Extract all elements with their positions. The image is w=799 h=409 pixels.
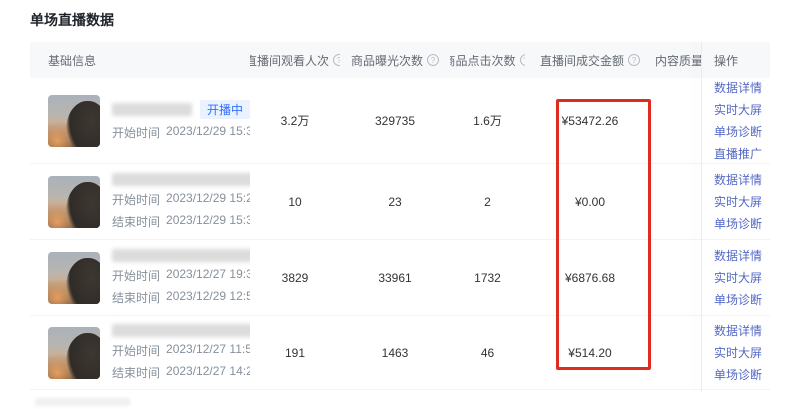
viewers-value: 3.2万: [250, 78, 340, 163]
redacted-stream-title: [112, 103, 192, 116]
streamer-avatar: [48, 95, 100, 147]
action-realtime-screen[interactable]: 实时大屏: [714, 101, 762, 118]
base-info-cell: 开始时间2023/12/27 11:56:02 结束时间2023/12/27 1…: [30, 316, 250, 389]
live-data-table: 基础信息 直播间观看人次? 商品曝光次数? 商品点击次数? 直播间成交金额? 内…: [30, 42, 770, 392]
table-row: 开播中 开始时间2023/12/29 15:36:20 3.2万 329735 …: [30, 78, 770, 164]
action-realtime-screen[interactable]: 实时大屏: [714, 193, 762, 210]
redacted-stream-title: [112, 249, 250, 262]
action-session-diagnosis[interactable]: 单场诊断: [714, 215, 762, 232]
action-realtime-screen[interactable]: 实时大屏: [714, 344, 762, 361]
base-info-cell: 开播中 开始时间2023/12/29 15:36:20: [30, 78, 250, 163]
exposure-value: 23: [340, 164, 450, 239]
clicks-value: 2: [450, 164, 525, 239]
column-header-base-info: 基础信息: [30, 42, 250, 78]
table-header-row: 基础信息 直播间观看人次? 商品曝光次数? 商品点击次数? 直播间成交金额? 内…: [30, 42, 770, 78]
gmv-value: ¥6876.68: [525, 240, 655, 315]
column-header-clicks: 商品点击次数?: [450, 42, 525, 78]
info-icon[interactable]: ?: [427, 54, 439, 66]
redacted-stream-title: [112, 173, 250, 186]
table-row: 开始时间2023/12/27 19:36:07 结束时间2023/12/29 1…: [30, 240, 770, 316]
base-info-cell: 开始时间2023/12/27 19:36:07 结束时间2023/12/29 1…: [30, 240, 250, 315]
table-row: 开始时间2023/12/27 11:56:02 结束时间2023/12/27 1…: [30, 316, 770, 390]
exposure-value: 1463: [340, 316, 450, 389]
actions-cell: 数据详情 实时大屏 单场诊断: [701, 240, 770, 315]
live-status-badge: 开播中: [200, 100, 250, 119]
end-time: 结束时间2023/12/27 14:26:58: [112, 364, 250, 381]
clicks-value: 1.6万: [450, 78, 525, 163]
base-info-cell: 开始时间2023/12/29 15:27:13 结束时间2023/12/29 1…: [30, 164, 250, 239]
actions-cell: 数据详情 实时大屏 单场诊断: [701, 316, 770, 389]
start-time: 开始时间2023/12/27 19:36:07: [112, 267, 250, 284]
action-data-detail[interactable]: 数据详情: [714, 171, 762, 188]
content-quality-cell: [655, 240, 701, 315]
redacted-stream-title: [112, 324, 250, 337]
action-realtime-screen[interactable]: 实时大屏: [714, 269, 762, 286]
content-quality-cell: [655, 164, 701, 239]
viewers-value: 3829: [250, 240, 340, 315]
column-header-actions: 操作: [701, 42, 770, 78]
content-quality-cell: [655, 316, 701, 389]
exposure-value: 329735: [340, 78, 450, 163]
action-session-diagnosis[interactable]: 单场诊断: [714, 123, 762, 140]
start-time: 开始时间2023/12/27 11:56:02: [112, 342, 250, 359]
info-icon[interactable]: ?: [333, 54, 340, 66]
streamer-avatar: [48, 252, 100, 304]
gmv-value: ¥514.20: [525, 316, 655, 389]
streamer-avatar: [48, 176, 100, 228]
action-session-diagnosis[interactable]: 单场诊断: [714, 291, 762, 308]
action-live-promotion[interactable]: 直播推广: [714, 145, 762, 162]
table-row: 开始时间2023/12/29 15:27:13 结束时间2023/12/29 1…: [30, 164, 770, 240]
action-data-detail[interactable]: 数据详情: [714, 322, 762, 339]
end-time: 结束时间2023/12/29 12:50:07: [112, 289, 250, 306]
actions-cell: 数据详情 实时大屏 单场诊断 直播推广: [701, 78, 770, 163]
clicks-value: 1732: [450, 240, 525, 315]
end-time: 结束时间2023/12/29 15:35:36: [112, 213, 250, 230]
action-data-detail[interactable]: 数据详情: [714, 79, 762, 96]
start-time: 开始时间2023/12/29 15:36:20: [112, 124, 250, 141]
page-title: 单场直播数据: [30, 10, 114, 30]
content-quality-cell: [655, 78, 701, 163]
gmv-value: ¥53472.26: [525, 78, 655, 163]
actions-cell: 数据详情 实时大屏 单场诊断: [701, 164, 770, 239]
exposure-value: 33961: [340, 240, 450, 315]
next-section-cutoff: [35, 398, 130, 406]
streamer-avatar: [48, 327, 100, 379]
column-header-viewers: 直播间观看人次?: [250, 42, 340, 78]
column-header-exposure: 商品曝光次数?: [340, 42, 450, 78]
action-session-diagnosis[interactable]: 单场诊断: [714, 366, 762, 383]
viewers-value: 191: [250, 316, 340, 389]
viewers-value: 10: [250, 164, 340, 239]
start-time: 开始时间2023/12/29 15:27:13: [112, 191, 250, 208]
gmv-value: ¥0.00: [525, 164, 655, 239]
clicks-value: 46: [450, 316, 525, 389]
action-data-detail[interactable]: 数据详情: [714, 247, 762, 264]
column-header-content-quality: 内容质量: [655, 42, 701, 78]
column-header-gmv: 直播间成交金额?: [525, 42, 655, 78]
info-icon[interactable]: ?: [628, 54, 640, 66]
